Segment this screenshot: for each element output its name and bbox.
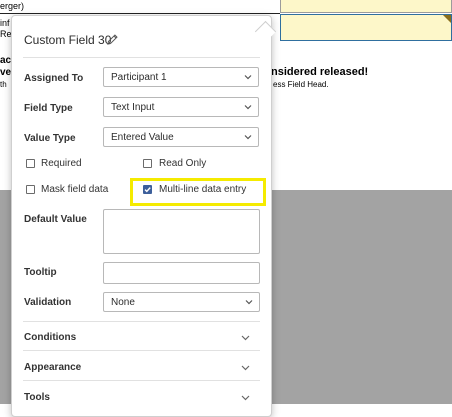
assigned-to-select[interactable]: Participant 1 bbox=[103, 67, 259, 87]
chevron-down-icon[interactable] bbox=[241, 393, 250, 402]
panel-title: Custom Field 30 bbox=[24, 33, 112, 47]
divider bbox=[23, 350, 260, 351]
field-corner-marker bbox=[443, 15, 451, 23]
field-type-select[interactable]: Text Input bbox=[103, 97, 259, 117]
doc-released-text: nsidered released! bbox=[271, 66, 369, 78]
read-only-label: Read Only bbox=[159, 158, 207, 169]
divider bbox=[23, 380, 260, 381]
assigned-to-value: Participant 1 bbox=[111, 72, 167, 83]
validation-value: None bbox=[111, 297, 135, 308]
chevron-down-icon bbox=[244, 105, 252, 110]
required-checkbox[interactable] bbox=[26, 159, 35, 168]
default-value-textarea[interactable] bbox=[103, 209, 260, 254]
value-type-value: Entered Value bbox=[111, 132, 174, 143]
doc-rule bbox=[0, 13, 280, 14]
chevron-down-icon bbox=[244, 75, 252, 80]
default-value-label: Default Value bbox=[24, 214, 87, 225]
required-label: Required bbox=[41, 158, 82, 169]
tooltip-label: Tooltip bbox=[24, 267, 57, 278]
appearance-section[interactable]: Appearance bbox=[24, 362, 81, 373]
validation-label: Validation bbox=[24, 297, 72, 308]
chevron-down-icon bbox=[245, 300, 253, 305]
assigned-to-label: Assigned To bbox=[24, 73, 84, 84]
selected-form-field[interactable] bbox=[280, 14, 452, 41]
highlight-box bbox=[130, 178, 266, 206]
read-only-checkbox[interactable] bbox=[143, 159, 152, 168]
field-type-label: Field Type bbox=[24, 103, 73, 114]
form-field[interactable] bbox=[280, 0, 452, 13]
pencil-icon[interactable] bbox=[106, 33, 119, 46]
field-properties-panel: Custom Field 30 Assigned To Participant … bbox=[11, 15, 277, 417]
divider bbox=[23, 321, 260, 322]
doc-text-line: ve bbox=[0, 67, 12, 78]
field-type-value: Text Input bbox=[111, 102, 155, 113]
doc-text-line: inf bbox=[0, 18, 10, 28]
value-type-select[interactable]: Entered Value bbox=[103, 127, 259, 147]
conditions-section[interactable]: Conditions bbox=[24, 332, 76, 343]
validation-select[interactable]: None bbox=[103, 292, 260, 312]
doc-text-line: th bbox=[0, 80, 7, 89]
divider bbox=[23, 57, 260, 58]
doc-text-line: erger) bbox=[0, 1, 25, 11]
mask-field-data-label: Mask field data bbox=[41, 184, 109, 195]
doc-text-line: ac bbox=[0, 55, 12, 66]
chevron-down-icon[interactable] bbox=[241, 363, 250, 372]
tools-section[interactable]: Tools bbox=[24, 392, 50, 403]
mask-field-data-checkbox[interactable] bbox=[26, 185, 35, 194]
chevron-down-icon bbox=[244, 135, 252, 140]
chevron-down-icon[interactable] bbox=[241, 333, 250, 342]
tooltip-input[interactable] bbox=[103, 262, 260, 284]
doc-field-head-text: ess Field Head. bbox=[273, 80, 329, 89]
value-type-label: Value Type bbox=[24, 133, 76, 144]
